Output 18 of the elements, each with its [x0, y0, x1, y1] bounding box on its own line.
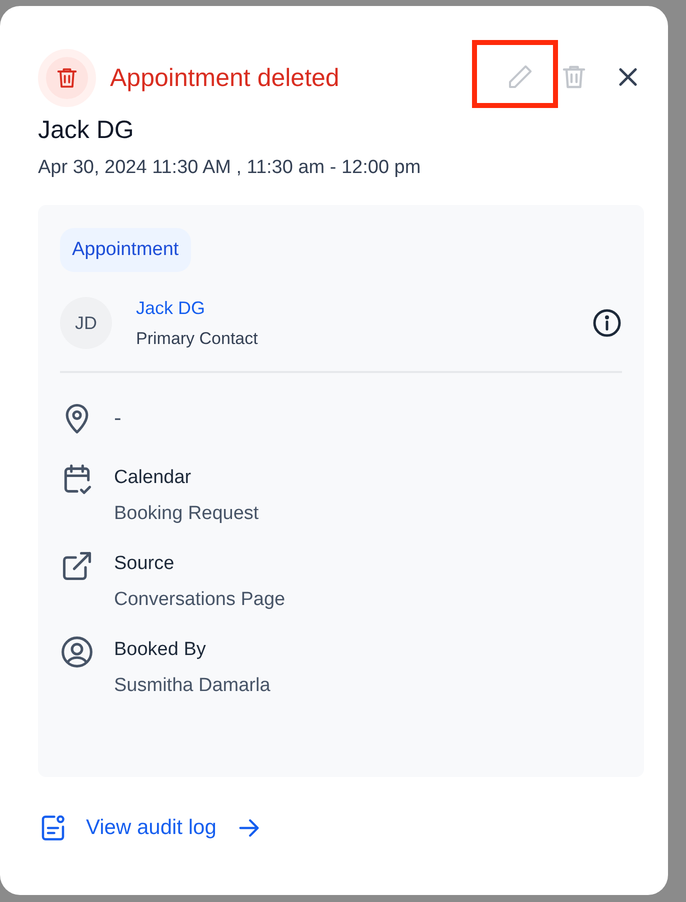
- avatar-initials: JD: [60, 297, 112, 349]
- contact-link[interactable]: Jack DG: [136, 298, 206, 318]
- contact-role: Primary Contact: [136, 328, 258, 348]
- detail-label: Booked By: [114, 639, 206, 661]
- contact-name: Jack DG: [38, 116, 135, 145]
- info-button[interactable]: [592, 308, 622, 338]
- appointment-datetime: Apr 30, 2024 11:30 AM , 11:30 am - 12:00 pm: [38, 157, 422, 179]
- detail-value: Conversations Page: [114, 589, 286, 611]
- detail-value: Booking Request: [114, 503, 259, 525]
- status-title: Appointment deleted: [110, 64, 340, 92]
- external-link-icon: [60, 549, 94, 583]
- detail-label: Calendar: [114, 467, 192, 489]
- user-circle-icon: [60, 635, 94, 669]
- detail-value: -: [114, 405, 122, 431]
- audit-log-link[interactable]: View audit log: [38, 813, 262, 843]
- type-tag: Appointment: [60, 228, 191, 272]
- detail-label: Source: [114, 553, 174, 575]
- detail-value: Susmitha Damarla: [114, 675, 270, 697]
